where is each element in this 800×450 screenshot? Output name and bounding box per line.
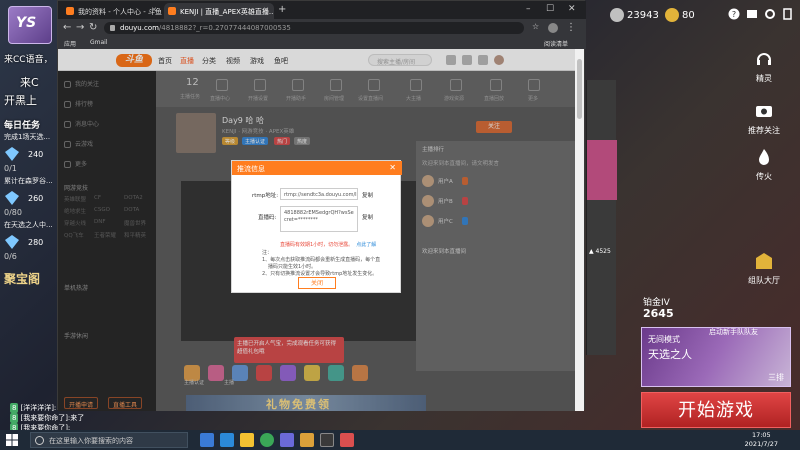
dialog-header: 推流信息 ✕ — [232, 161, 402, 175]
learn-more-link[interactable]: 点此了解 — [356, 242, 376, 248]
explorer-icon[interactable] — [240, 433, 254, 447]
maximize-button[interactable]: ☐ — [546, 4, 554, 14]
side-window-text: ▲ 4525 — [589, 248, 611, 255]
mission-title: 每日任务 — [4, 121, 41, 131]
minimize-button[interactable]: – — [526, 4, 531, 14]
chrome-icon[interactable] — [260, 433, 274, 447]
dialog-close-button[interactable]: 关闭 — [298, 277, 336, 289]
gem-icon — [5, 235, 19, 249]
windows-taskbar: 在这里输入你要搜索的内容 17:05 2021/7/27 — [0, 430, 800, 450]
gold-icon — [665, 8, 679, 22]
promo-line: 来CC语音， — [4, 55, 53, 65]
side-window: ▲ 4525 — [586, 80, 617, 355]
app-icon[interactable] — [300, 433, 314, 447]
chat-line: 8 [我来要你命了]:来了 — [10, 413, 85, 423]
key-label: 直播码: — [258, 215, 277, 221]
close-tab-icon[interactable]: ✕ — [263, 6, 269, 14]
bookmark-apps[interactable]: 应用 — [64, 39, 76, 48]
task-item[interactable]: 在天选之人中... 280 0/6 — [4, 220, 56, 272]
exit-icon[interactable] — [782, 8, 794, 20]
page-scrollbar[interactable] — [575, 49, 584, 411]
promo-line: 来C — [20, 76, 39, 89]
settings-icon[interactable] — [764, 8, 776, 20]
profile-avatar[interactable] — [548, 23, 558, 33]
gem-icon — [5, 147, 19, 161]
rtmp-field[interactable]: rtmp://sendtc3a.douyu.com/live — [280, 188, 358, 200]
dialog-note: 1、每次点击获取推流码都会重新生成直播码，每个直 — [262, 257, 381, 263]
stream-key-field[interactable]: 4818882rEMSedgrQH?wsSecret=******** — [280, 206, 358, 232]
coin-counter: 23943 — [610, 8, 659, 22]
push-info-dialog: 推流信息 ✕ rtmp地址: rtmp://sendtc3a.douyu.com… — [231, 160, 402, 293]
rail-item-jingling[interactable]: 精灵 — [738, 50, 790, 84]
gold-counter: 80 — [665, 8, 695, 22]
reading-list[interactable]: 阅读清单 — [544, 39, 568, 48]
menu-icon[interactable]: ⋮ — [566, 22, 576, 33]
camera-icon — [756, 106, 772, 117]
scroll-thumb[interactable] — [577, 59, 582, 119]
close-window-button[interactable]: ✕ — [568, 4, 576, 14]
douyu-favicon — [66, 7, 74, 15]
jubao-label[interactable]: 聚宝阁 — [4, 270, 40, 287]
dialog-title: 推流信息 — [237, 165, 265, 173]
forward-button[interactable]: → — [76, 22, 84, 33]
close-tab-icon[interactable]: ✕ — [151, 6, 157, 14]
start-game-button[interactable]: 开始游戏 — [641, 392, 791, 428]
windows-start-icon[interactable] — [6, 434, 18, 446]
rail-item-fire[interactable]: 传火 — [738, 148, 790, 182]
help-icon[interactable]: ? — [728, 8, 740, 20]
preview-thumb — [587, 140, 617, 200]
tab-live[interactable]: KENJI | 直播_APEX英雄直播... ✕ — [164, 3, 274, 19]
edge-icon[interactable] — [220, 433, 234, 447]
bookmark-gmail[interactable]: Gmail — [90, 39, 108, 46]
rtmp-label: rtmp地址: — [252, 193, 279, 199]
obs-icon[interactable] — [320, 433, 334, 447]
team-icon — [756, 253, 772, 269]
system-clock[interactable]: 17:05 2021/7/27 — [745, 431, 778, 449]
season-card[interactable]: 铂金IV 2645 无间模式 天选之人 三排 启动新手队队友 — [641, 295, 791, 390]
copy-rtmp-button[interactable]: 复制 — [362, 191, 373, 199]
close-icon[interactable]: ✕ — [389, 163, 396, 172]
browser-window: 我的资料 - 个人中心 - 斗鱼 ✕ KENJI | 直播_APEX英雄直播...… — [57, 0, 586, 411]
dialog-note: 播码只能生效1小时。 — [268, 264, 317, 270]
tab-profile[interactable]: 我的资料 - 个人中心 - 斗鱼 ✕ — [62, 3, 162, 19]
new-tab-button[interactable]: + — [278, 4, 286, 15]
address-bar-row: ← → ↻ douyu.com/4818882?_r=0.27077444087… — [58, 19, 586, 37]
dialog-note: 注： — [262, 250, 273, 256]
left-panel: 来CC语音， 来C 开黑上 每日任务 完成1场天选... 240 0/1 累计在… — [0, 46, 56, 376]
game-app-icon[interactable] — [340, 433, 354, 447]
lock-icon — [110, 25, 115, 31]
headset-icon — [757, 53, 771, 65]
coin-icon — [610, 8, 624, 22]
url-field[interactable]: douyu.com/4818882?_r=0.27077444087000535 — [104, 22, 524, 34]
task-view-icon[interactable] — [200, 433, 214, 447]
game-logo: YS — [8, 6, 52, 44]
back-button[interactable]: ← — [63, 22, 71, 33]
rail-item-follow[interactable]: 推荐关注 — [738, 102, 790, 136]
taskbar-search[interactable]: 在这里输入你要搜索的内容 — [30, 432, 188, 448]
mail-icon[interactable] — [746, 8, 758, 20]
promo-line: 开黑上 — [4, 94, 37, 107]
douyu-favicon — [168, 7, 176, 15]
tab-bar: 我的资料 - 个人中心 - 斗鱼 ✕ KENJI | 直播_APEX英雄直播...… — [58, 1, 586, 19]
search-icon — [35, 436, 44, 445]
app-icon[interactable] — [280, 433, 294, 447]
star-icon[interactable]: ☆ — [532, 22, 539, 31]
copy-key-button[interactable]: 复制 — [362, 213, 373, 221]
rail-item-team[interactable]: 组队大厅 — [738, 252, 790, 286]
reload-button[interactable]: ↻ — [89, 22, 97, 33]
bookmarks-bar: 应用 Gmail 阅读清单 — [58, 37, 586, 49]
svg-text:?: ? — [732, 10, 736, 19]
gem-icon — [5, 191, 19, 205]
key-warning: 直播码有效期1小时，切勿泄露。 点此了解 — [280, 242, 377, 248]
douyu-page: 斗鱼 首页 直播 分类 视频 游戏 鱼吧 搜索主播/房间 我的关注 排行榜 消息… — [58, 49, 577, 411]
fire-icon — [759, 149, 769, 165]
